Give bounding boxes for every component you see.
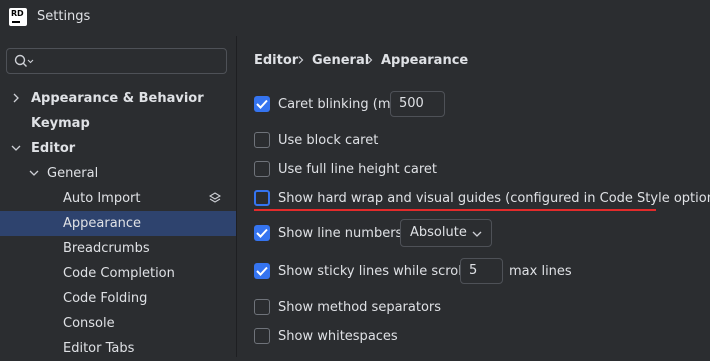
tree-item-code-completion[interactable]: Code Completion: [0, 261, 236, 286]
breadcrumb-item[interactable]: General: [312, 53, 369, 68]
line-numbers-select[interactable]: Absolute: [400, 219, 492, 247]
tree-item-general[interactable]: General: [0, 161, 236, 186]
search-icon: [14, 54, 34, 67]
sticky-lines-count-input[interactable]: 5: [460, 258, 503, 284]
tree-item-label: Code Completion: [63, 266, 175, 281]
title-bar: RD Settings: [0, 0, 710, 36]
checkmark-icon: [256, 228, 268, 238]
breadcrumb-item: Appearance: [381, 53, 469, 68]
sticky-lines-label: Show sticky lines while scrolling:: [278, 264, 490, 279]
line-numbers-select-value: Absolute: [410, 225, 467, 240]
app-logo: RD: [9, 8, 27, 26]
tree-item-code-folding[interactable]: Code Folding: [0, 286, 236, 311]
checkmark-icon: [256, 266, 268, 276]
tree-item-appearance-behavior[interactable]: Appearance & Behavior: [0, 86, 236, 111]
sticky-lines-checkbox[interactable]: [254, 263, 270, 279]
chevron-right-icon: [367, 56, 373, 64]
hard-wrap-guides-label: Show hard wrap and visual guides (config…: [278, 191, 710, 206]
chevron-down-icon[interactable]: [29, 161, 39, 178]
tree-item-label: Console: [63, 316, 115, 331]
breadcrumb-item[interactable]: Editor: [254, 53, 298, 68]
tree-item-editor-tabs[interactable]: Editor Tabs: [0, 336, 236, 361]
chevron-down-icon: [472, 231, 482, 237]
whitespaces-checkbox[interactable]: [254, 328, 270, 344]
tree-item-auto-import[interactable]: Auto Import: [0, 186, 236, 211]
tree-item-editor[interactable]: Editor: [0, 136, 236, 161]
tree-item-keymap[interactable]: Keymap: [0, 111, 236, 136]
tree-item-label: General: [47, 166, 99, 181]
whitespaces-label: Show whitespaces: [278, 329, 398, 344]
search-input[interactable]: [6, 48, 227, 74]
method-separators-label: Show method separators: [278, 300, 442, 315]
method-separators-checkbox[interactable]: [254, 299, 270, 315]
full-line-height-caret-label: Use full line height caret: [278, 162, 438, 177]
tree-item-label: Keymap: [31, 116, 90, 131]
caret-blinking-checkbox[interactable]: [254, 96, 270, 112]
caret-blinking-ms-input[interactable]: 500: [390, 91, 445, 117]
panel-divider[interactable]: [236, 36, 237, 357]
checkmark-icon: [256, 99, 268, 109]
caret-blinking-label: Caret blinking (ms):: [278, 97, 407, 112]
hard-wrap-guides-checkbox[interactable]: [254, 190, 270, 206]
full-line-height-caret-checkbox[interactable]: [254, 161, 270, 177]
tree-item-label: Editor: [31, 141, 76, 156]
tree-item-label: Breadcrumbs: [63, 241, 150, 256]
line-numbers-checkbox[interactable]: [254, 225, 270, 241]
tree-item-label: Appearance: [63, 216, 142, 231]
tree-item-console[interactable]: Console: [0, 311, 236, 336]
window-title: Settings: [37, 9, 91, 24]
tree-item-label: Auto Import: [63, 191, 141, 206]
chevron-right-icon: [298, 56, 304, 64]
max-lines-label: max lines: [509, 264, 572, 279]
tree-item-label: Code Folding: [63, 291, 148, 306]
tree-item-label: Appearance & Behavior: [31, 91, 204, 106]
tree-item-breadcrumbs[interactable]: Breadcrumbs: [0, 236, 236, 261]
block-caret-checkbox[interactable]: [254, 132, 270, 148]
line-numbers-label: Show line numbers:: [278, 226, 407, 241]
layers-icon: [209, 192, 221, 203]
block-caret-label: Use block caret: [278, 133, 379, 148]
highlight-underline: [254, 209, 656, 211]
tree-item-label: Editor Tabs: [63, 341, 135, 356]
chevron-right-icon[interactable]: [11, 86, 21, 103]
chevron-down-icon[interactable]: [11, 136, 21, 153]
tree-item-appearance[interactable]: Appearance: [0, 211, 236, 236]
